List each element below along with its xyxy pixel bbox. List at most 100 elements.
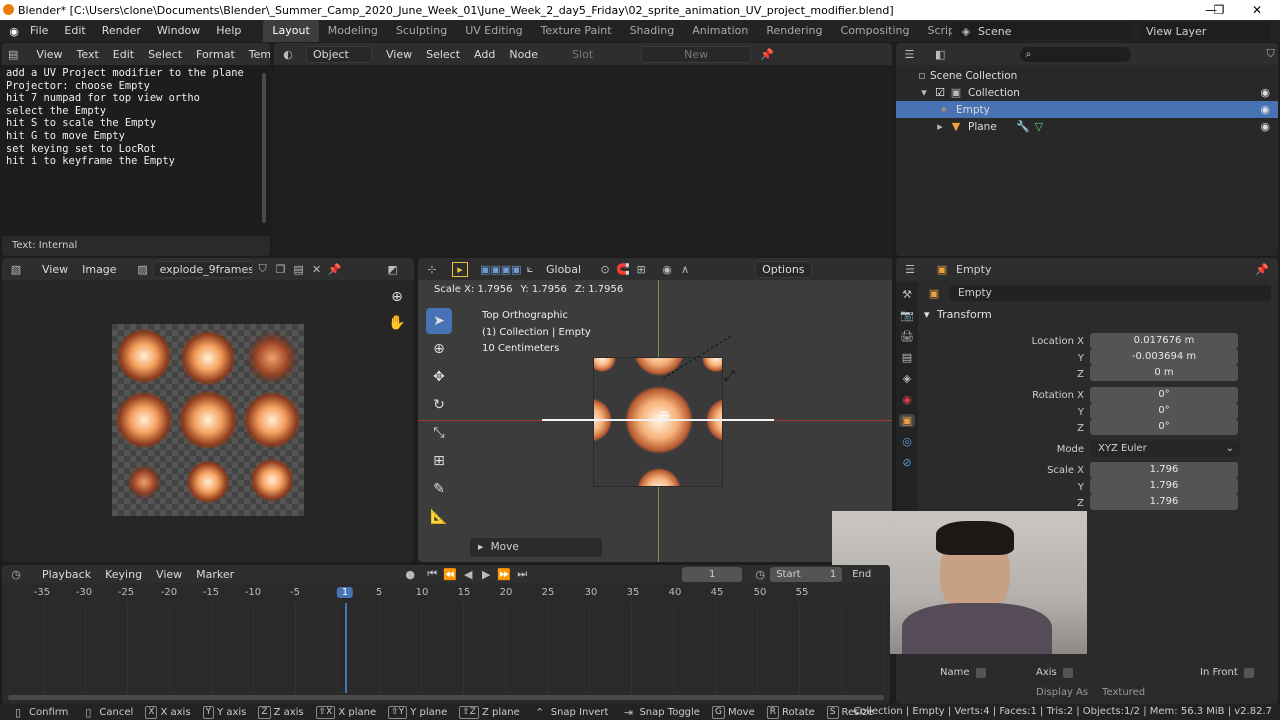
timeline-menu-view[interactable]: View: [150, 568, 188, 581]
tab-layout[interactable]: Layout: [263, 20, 319, 42]
timeline-scrollbar[interactable]: [8, 695, 884, 700]
checkbox[interactable]: [975, 667, 986, 678]
world-tab-icon[interactable]: ◉: [899, 393, 915, 406]
select-mode-icons[interactable]: ▣▣▣▣: [480, 263, 522, 276]
location-z-field[interactable]: 0 m: [1090, 365, 1238, 381]
view-layer-tab-icon[interactable]: ▤: [899, 351, 915, 364]
rotation-mode-dropdown[interactable]: XYZ Euler ⌄: [1090, 441, 1240, 457]
node-menu-select[interactable]: Select: [420, 48, 466, 61]
scene-selector[interactable]: ◈ Scene: [952, 22, 1132, 40]
scale-z-field[interactable]: 1.796: [1090, 494, 1238, 510]
constraints-tab-icon[interactable]: ⊘: [899, 456, 915, 469]
object-mode-dropdown[interactable]: Object: [306, 45, 372, 63]
pivot-icon[interactable]: ⊙: [597, 263, 613, 276]
menu-file[interactable]: File: [22, 20, 56, 42]
text-menu-templates[interactable]: Templates: [243, 48, 270, 61]
timeline-menu-playback[interactable]: Playback: [36, 568, 97, 581]
outliner-item-empty[interactable]: ⌖ Empty ◉: [896, 101, 1278, 118]
prev-keyframe-icon[interactable]: ⏪: [442, 568, 458, 581]
proportional-edit-icon[interactable]: ◉: [659, 263, 675, 276]
pin-icon[interactable]: 📌: [1254, 263, 1270, 276]
menu-help[interactable]: Help: [208, 20, 249, 42]
cursor-tool-icon[interactable]: ⊕: [426, 336, 452, 362]
editor-type-icon[interactable]: ◐: [280, 48, 296, 61]
zoom-icon[interactable]: ⊕: [384, 284, 410, 310]
tab-shading[interactable]: Shading: [621, 20, 684, 42]
editor-type-icon[interactable]: ▧: [8, 263, 24, 276]
transform-panel-header[interactable]: ▾ Transform: [924, 308, 992, 321]
hand-pan-icon[interactable]: ✋: [384, 310, 410, 336]
current-frame-field[interactable]: 1: [682, 566, 743, 582]
jump-end-icon[interactable]: ⏭: [514, 567, 530, 581]
fake-user-icon[interactable]: ⛉: [255, 262, 271, 276]
outliner-search-input[interactable]: ⌕: [1019, 46, 1132, 62]
tab-sculpting[interactable]: Sculpting: [387, 20, 456, 42]
name-toggle[interactable]: Name: [940, 667, 986, 678]
measure-tool-icon[interactable]: 📐: [426, 504, 452, 530]
playhead-frame[interactable]: 1: [336, 587, 354, 598]
select-tool-icon[interactable]: ➤: [426, 308, 452, 334]
annotate-tool-icon[interactable]: ✎: [426, 476, 452, 502]
display-as-value[interactable]: Textured: [1102, 687, 1145, 698]
node-menu-add[interactable]: Add: [468, 48, 501, 61]
editor-type-icon[interactable]: ☰: [902, 48, 917, 61]
filter-icon[interactable]: ⛉: [1263, 47, 1278, 61]
image-browse-icon[interactable]: ▨: [135, 263, 151, 276]
rotation-z-field[interactable]: 0°: [1090, 419, 1238, 435]
scale-tool-icon[interactable]: ⤡: [426, 420, 452, 446]
eye-icon[interactable]: ◉: [1260, 86, 1270, 99]
editor-type-icon[interactable]: ☰: [902, 263, 918, 276]
expand-arrow-icon[interactable]: ▾: [916, 86, 932, 99]
tab-uv-editing[interactable]: UV Editing: [456, 20, 531, 42]
pin-icon[interactable]: 📌: [759, 48, 775, 61]
tab-texture-paint[interactable]: Texture Paint: [532, 20, 621, 42]
display-mode-icon[interactable]: ◧: [933, 48, 948, 61]
blender-menu-icon[interactable]: ◉: [6, 25, 22, 38]
image-menu-view[interactable]: View: [36, 263, 74, 276]
tab-modeling[interactable]: Modeling: [319, 20, 387, 42]
start-frame-field[interactable]: Start 1: [770, 566, 843, 582]
editor-type-icon[interactable]: ⊹: [424, 263, 440, 276]
render-tab-icon[interactable]: 📷: [899, 309, 915, 322]
node-menu-node[interactable]: Node: [503, 48, 544, 61]
axis-toggle[interactable]: Axis: [1036, 667, 1073, 678]
menu-render[interactable]: Render: [94, 20, 149, 42]
checkbox-icon[interactable]: ☑: [932, 86, 948, 99]
sprite-sheet-image[interactable]: [112, 324, 304, 516]
timeline-ruler[interactable]: -35 -30 -25 -20 -15 -10 -5 1 5 10 15 20 …: [2, 587, 890, 603]
rotation-y-field[interactable]: 0°: [1090, 403, 1238, 419]
new-material-button[interactable]: New: [641, 45, 752, 63]
play-icon[interactable]: ▶: [478, 568, 494, 581]
orientation-dropdown[interactable]: Global: [540, 263, 587, 276]
editor-type-icon[interactable]: ▤: [8, 48, 18, 61]
menu-window[interactable]: Window: [149, 20, 208, 42]
physics-tab-icon[interactable]: ◎: [899, 435, 915, 448]
outliner-item-plane[interactable]: ▸ ▼ Plane 🔧 ▽ ◉: [896, 118, 1278, 135]
unlink-icon[interactable]: ✕: [309, 263, 325, 276]
open-image-icon[interactable]: ▤: [291, 263, 307, 276]
scale-y-field[interactable]: 1.796: [1090, 478, 1238, 494]
outliner-scene-collection[interactable]: ▫ Scene Collection: [896, 67, 1278, 84]
checkbox[interactable]: [1062, 667, 1073, 678]
text-menu-format[interactable]: Format: [190, 48, 241, 61]
next-keyframe-icon[interactable]: ⏩: [496, 568, 512, 581]
expand-arrow-icon[interactable]: ▸: [932, 120, 948, 133]
menu-edit[interactable]: Edit: [56, 20, 93, 42]
editor-type-icon[interactable]: ◷: [8, 568, 24, 581]
play-reverse-icon[interactable]: ◀: [460, 568, 476, 581]
select-box-icon[interactable]: ▸: [452, 261, 468, 277]
jump-start-icon[interactable]: ⏮: [424, 567, 440, 581]
rotate-tool-icon[interactable]: ↻: [426, 392, 452, 418]
falloff-icon[interactable]: ∧: [677, 263, 693, 276]
eye-icon[interactable]: ◉: [1260, 120, 1270, 133]
outliner-collection[interactable]: ▾ ☑ ▣ Collection ◉: [896, 84, 1278, 101]
location-y-field[interactable]: -0.003694 m: [1090, 349, 1238, 365]
checkbox[interactable]: [1243, 667, 1254, 678]
tool-tab-icon[interactable]: ⚒: [899, 288, 915, 301]
slot-dropdown[interactable]: Slot: [566, 48, 599, 61]
node-menu-view[interactable]: View: [380, 48, 418, 61]
new-image-icon[interactable]: ❐: [273, 263, 289, 276]
transform-tool-icon[interactable]: ⊞: [426, 448, 452, 474]
image-name-field[interactable]: explode_9frames.p..: [152, 260, 253, 278]
text-menu-text[interactable]: Text: [71, 48, 105, 61]
